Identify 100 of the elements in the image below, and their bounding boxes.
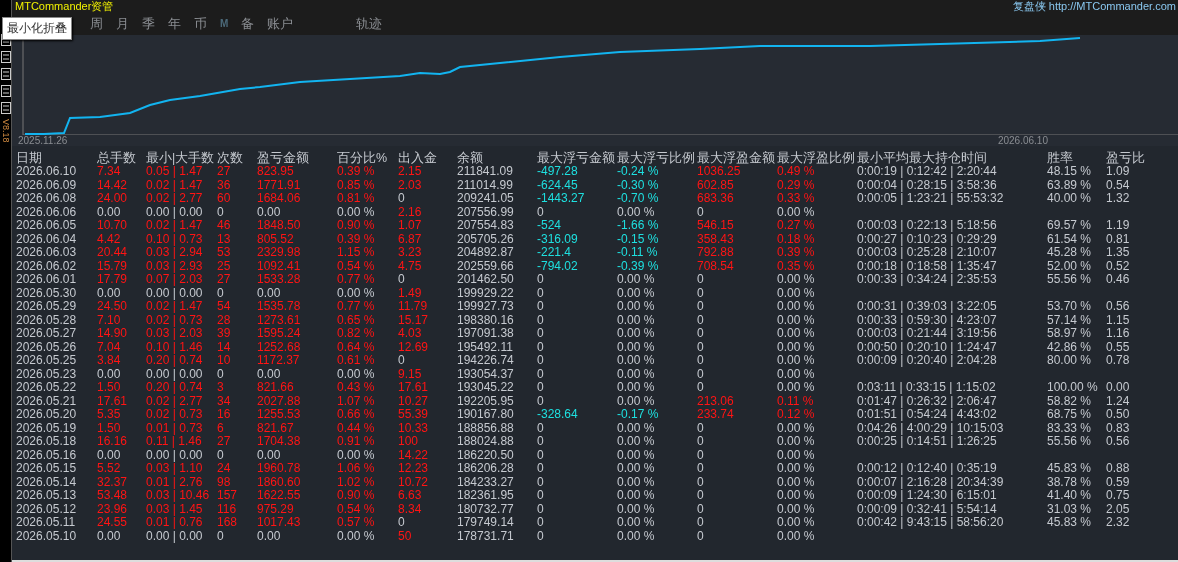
table-cell-text: 0.00 <box>257 448 282 462</box>
table-cell-text: 0.00 % <box>617 300 656 314</box>
table-cell-text: 8.34 <box>398 502 423 516</box>
sidebar-icon[interactable] <box>0 85 11 97</box>
table-cell-text: 0.00 % <box>777 421 816 435</box>
nav-tab[interactable]: 轨迹 <box>356 14 383 33</box>
table-cell-text: 0.00 % <box>777 462 816 476</box>
table-cell-text: 0.00 <box>97 205 122 219</box>
table-cell-text: 0.90 % <box>337 489 376 503</box>
table-cell-text: 0.02 | 0.73 <box>146 408 204 422</box>
table-cell-text: 0.03 | 1.10 <box>146 462 204 476</box>
table-cell-text: 0.01 | 2.76 <box>146 475 204 489</box>
table-cell-text: 0.00 % <box>777 489 816 503</box>
table-cell-text: 0:00:03 | 0:21:44 | 3:19:56 <box>857 327 998 341</box>
column-header: 最小平均最大持仓时间 <box>857 150 988 166</box>
table-cell-text: -794.02 <box>537 259 579 273</box>
sidebar-icon[interactable] <box>0 68 11 80</box>
table-cell-text: 45.83 % <box>1047 462 1093 476</box>
table-cell-text: 2026.06.05 <box>16 219 78 233</box>
table-cell-text: 1036.25 <box>697 165 742 179</box>
table-cell-text: 0 <box>537 381 545 395</box>
table-cell-text: 0 <box>697 327 705 341</box>
column-header: 最大浮亏比例 <box>617 150 696 166</box>
table-cell-text: 17.61 <box>398 381 430 395</box>
table-cell-text: 24 <box>217 462 232 476</box>
nav-tab[interactable]: 备 <box>241 14 255 33</box>
table-cell-text: 46 <box>217 219 232 233</box>
table-cell-text: 0 <box>217 367 225 381</box>
table-cell-text: 0.00 <box>257 286 282 300</box>
table-cell-text: 4.42 <box>97 232 122 246</box>
sidebar-icon[interactable] <box>0 102 11 114</box>
table-cell-text: 2026.05.11 <box>16 516 77 530</box>
nav-tab[interactable]: 年 <box>168 14 181 33</box>
table-cell-text: 0:00:33 | 0:34:24 | 2:35:53 <box>857 273 998 287</box>
table-cell-text: 0.00 % <box>777 273 816 287</box>
table-cell-text: 1.19 <box>1106 219 1131 233</box>
table-cell-text: 0.03 | 2.93 <box>146 259 204 273</box>
table-cell-text: 0.00 % <box>777 502 816 516</box>
table-cell-text: 0 <box>537 367 545 381</box>
table-cell-text: 190167.80 <box>457 408 515 422</box>
table-cell-text: 0 <box>398 192 406 206</box>
table-cell-text: 2.32 <box>1106 516 1131 530</box>
table-cell-text: 0.00 % <box>777 313 816 327</box>
table-cell-text: 0:00:03 | 0:25:28 | 2:10:07 <box>857 246 998 260</box>
table-cell-text: 1.07 % <box>337 394 376 408</box>
table-cell-text: 2026.06.02 <box>16 259 78 273</box>
nav-tab[interactable]: 币 <box>194 14 207 33</box>
column-header: 盈亏比 <box>1106 150 1146 166</box>
table-cell-text: 15.79 <box>97 259 129 273</box>
table-cell-text: 823.95 <box>257 165 295 179</box>
table-cell-text: 0.85 % <box>337 178 376 192</box>
table-cell-text: 184233.27 <box>457 475 515 489</box>
table-cell-text: 2026.05.19 <box>16 421 78 435</box>
table-cell-text: 0.00 % <box>337 529 376 543</box>
table-cell-text: 16 <box>217 408 232 422</box>
table-cell-text: 0:03:11 | 0:33:15 | 1:15:02 <box>857 381 997 395</box>
axis-label: 2026.06.10 <box>997 135 1048 146</box>
table-cell-text: 61.54 % <box>1047 232 1093 246</box>
table-cell-text: 60 <box>217 192 232 206</box>
table-cell-text: 179749.14 <box>457 516 515 530</box>
table-cell-text: 207556.99 <box>457 205 515 219</box>
table-cell-text: 2026.05.12 <box>16 502 78 516</box>
table-cell-text: 40.00 % <box>1047 192 1093 206</box>
table-cell-text: 0.00 % <box>617 273 656 287</box>
table-cell-text: 0 <box>398 273 406 287</box>
nav-tab[interactable]: 账户 <box>267 14 294 33</box>
table-cell-text: 0.27 % <box>777 219 816 233</box>
table-cell-text: 3.23 <box>398 246 423 260</box>
table-cell-text: 2.05 <box>1106 502 1131 516</box>
table-cell-text: 0:00:09 | 0:32:41 | 5:54:14 <box>857 502 998 516</box>
nav-tab[interactable]: 季 <box>142 14 155 33</box>
table-cell-text: 0.01 | 0.76 <box>146 516 204 530</box>
nav-tab[interactable]: 月 <box>116 14 129 33</box>
table-cell-text: 0.03 | 2.03 <box>146 327 204 341</box>
table-cell-text: 0.00 % <box>617 475 656 489</box>
nav-tab[interactable]: 周 <box>90 14 103 33</box>
table-cell-text: 1.09 <box>1106 165 1131 179</box>
table-cell-text: -316.09 <box>537 232 579 246</box>
table-cell-text: 0.55 <box>1106 340 1131 354</box>
table-cell-text: -524 <box>537 219 563 233</box>
table-cell-text: 1172.37 <box>257 354 301 368</box>
table-cell-text: 27 <box>217 273 232 287</box>
table-cell-text: 6 <box>217 421 225 435</box>
table-cell-text: 0:00:09 | 0:20:40 | 2:04:28 <box>857 354 998 368</box>
table-cell-text: 0.10 | 1.46 <box>146 340 204 354</box>
table-cell-text: 2026.05.27 <box>16 327 78 341</box>
table-cell-text: 0.00 | 0.00 <box>146 529 204 543</box>
sidebar-icon[interactable] <box>0 51 11 63</box>
table-cell-text: 14.90 <box>97 327 129 341</box>
table-cell-text: 0 <box>697 273 705 287</box>
nav-tab[interactable]: M <box>220 18 229 29</box>
table-cell-text: 2026.05.20 <box>16 408 78 422</box>
table-cell-text: 0 <box>697 381 705 395</box>
table-cell-text: 0 <box>537 475 545 489</box>
table-cell-text: 25 <box>217 259 232 273</box>
table-cell-text: 1.35 <box>1106 246 1131 260</box>
website-link[interactable]: 复盘侠 http://MTCommander.com <box>1012 0 1176 14</box>
table-cell-text: -0.17 % <box>617 408 660 422</box>
table-cell-text: -1443.27 <box>537 192 586 206</box>
table-cell-text: 14 <box>217 340 232 354</box>
